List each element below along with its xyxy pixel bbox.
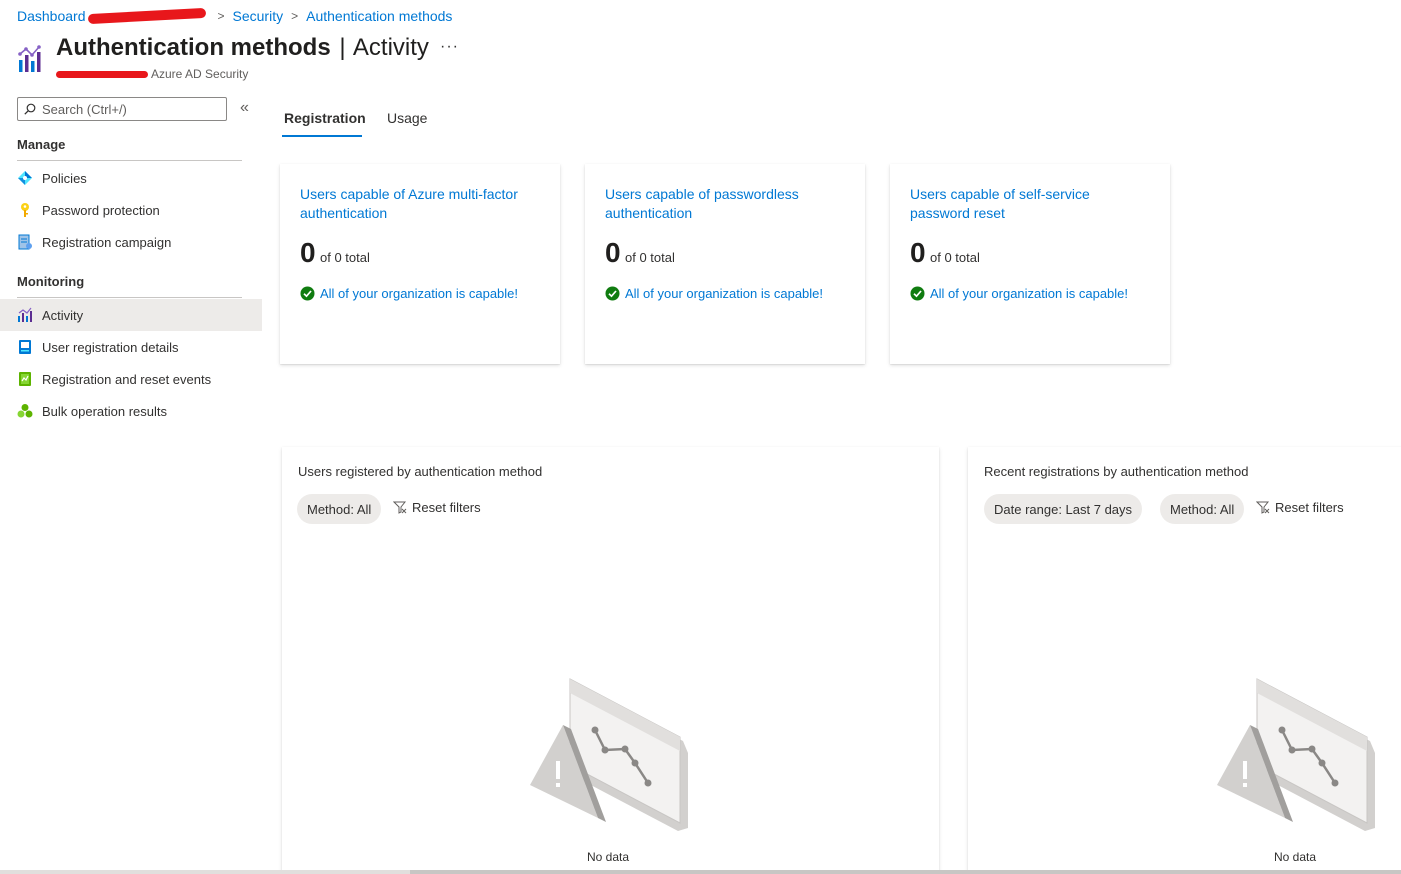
card-status-text: All of your organization is capable! [930, 286, 1129, 301]
card-title[interactable]: Users capable of self-service password r… [910, 185, 1150, 223]
sidebar-item-bulk-operation-results[interactable]: Bulk operation results [0, 395, 262, 427]
method-filter-pill[interactable]: Method: All [1160, 494, 1245, 524]
card-title[interactable]: Users capable of passwordless authentica… [605, 185, 845, 223]
breadcrumb: Dashboard > Security > Authentication me… [17, 7, 452, 25]
events-icon [17, 371, 33, 387]
activity-chart-icon [18, 45, 41, 72]
breadcrumb-separator-icon: > [291, 9, 299, 23]
filter-reset-icon [1256, 501, 1270, 514]
user-details-icon [17, 339, 33, 355]
panel-recent-registrations-by-method: Recent registrations by authentication m… [968, 447, 1401, 874]
sidebar-item-label: User registration details [42, 339, 179, 355]
page-title-main: Authentication methods [56, 34, 331, 61]
search-icon [24, 103, 36, 115]
scrollbar-thumb[interactable] [410, 870, 1401, 874]
no-data-text: No data [1274, 850, 1317, 864]
no-data-illustration-icon [530, 678, 688, 831]
sidebar-item-registration-and-reset-events[interactable]: Registration and reset events [0, 363, 262, 395]
breadcrumb-separator-icon: > [217, 9, 225, 23]
page-title-section: Activity [352, 34, 429, 61]
section-label-monitoring: Monitoring [17, 274, 85, 289]
panel-title: Recent registrations by authentication m… [984, 464, 1249, 479]
tab-registration[interactable]: Registration [284, 110, 366, 126]
reset-filters-button[interactable]: Reset filters [1256, 500, 1344, 515]
sidebar-item-label: Policies [42, 170, 87, 186]
sidebar-item-user-registration-details[interactable]: User registration details [0, 331, 262, 363]
sidebar-item-password-protection[interactable]: Password protection [0, 194, 262, 226]
collapse-sidebar-button[interactable]: « [240, 99, 249, 117]
reset-filters-label: Reset filters [1275, 500, 1344, 515]
activity-chart-icon [17, 307, 33, 323]
redacted-tenant-name [87, 7, 206, 25]
reset-filters-label: Reset filters [412, 500, 481, 515]
sidebar-item-policies[interactable]: Policies [0, 162, 262, 194]
card-count: 0 [300, 237, 316, 268]
breadcrumb-security[interactable]: Security [233, 8, 284, 24]
card-count: 0 [910, 237, 926, 268]
key-icon [17, 202, 33, 218]
sidebar-item-label: Registration and reset events [42, 371, 212, 387]
sidebar-item-label: Registration campaign [42, 234, 172, 250]
card-total: of 0 total [320, 250, 370, 265]
no-data-text: No data [587, 850, 630, 864]
success-check-icon [605, 286, 620, 301]
active-tab-indicator [282, 135, 362, 137]
search-input[interactable]: Search (Ctrl+/) [17, 97, 227, 121]
reset-filters-button[interactable]: Reset filters [393, 500, 481, 515]
breadcrumb-authentication-methods[interactable]: Authentication methods [306, 8, 452, 24]
section-divider [17, 160, 242, 161]
page-subtitle: Azure AD Security [56, 67, 248, 81]
section-divider [17, 297, 242, 298]
method-filter-pill[interactable]: Method: All [297, 494, 382, 524]
card-passwordless-capable: Users capable of passwordless authentica… [585, 164, 865, 364]
sidebar-item-registration-campaign[interactable]: Registration campaign [0, 226, 262, 258]
tab-usage[interactable]: Usage [387, 110, 427, 126]
date-range-filter-pill[interactable]: Date range: Last 7 days [984, 494, 1143, 524]
success-check-icon [300, 286, 315, 301]
redacted-tenant-subtitle [56, 70, 148, 78]
card-total: of 0 total [930, 250, 980, 265]
card-total: of 0 total [625, 250, 675, 265]
card-status-link[interactable]: All of your organization is capable! [910, 286, 1128, 301]
section-label-manage: Manage [17, 137, 66, 152]
page-title-separator: | [339, 34, 346, 61]
card-status-link[interactable]: All of your organization is capable! [605, 286, 823, 301]
sidebar-item-label: Password protection [42, 202, 160, 218]
page-title: Authentication methods | Activity [56, 34, 429, 62]
sidebar-item-label: Bulk operation results [42, 403, 168, 419]
card-sspr-capable: Users capable of self-service password r… [890, 164, 1170, 364]
no-data-illustration-icon [1217, 678, 1375, 831]
campaign-icon [17, 234, 33, 250]
horizontal-scrollbar[interactable] [0, 870, 1401, 874]
panel-users-registered-by-method: Users registered by authentication metho… [282, 447, 939, 874]
filter-reset-icon [393, 501, 407, 514]
card-title[interactable]: Users capable of Azure multi-factor auth… [300, 185, 540, 223]
card-mfa-capable: Users capable of Azure multi-factor auth… [280, 164, 560, 364]
breadcrumb-dashboard[interactable]: Dashboard [17, 8, 86, 24]
card-status-link[interactable]: All of your organization is capable! [300, 286, 518, 301]
sidebar-item-label: Activity [42, 307, 84, 323]
policies-icon [17, 170, 33, 186]
card-count: 0 [605, 237, 621, 268]
card-status-text: All of your organization is capable! [625, 286, 824, 301]
sidebar-item-activity[interactable]: Activity [0, 299, 262, 331]
bulk-results-icon [17, 403, 33, 419]
page-subtitle-text: Azure AD Security [151, 67, 249, 81]
success-check-icon [910, 286, 925, 301]
search-placeholder: Search (Ctrl+/) [42, 101, 127, 117]
panel-title: Users registered by authentication metho… [298, 464, 543, 479]
card-status-text: All of your organization is capable! [320, 286, 519, 301]
more-options-button[interactable]: ··· [440, 38, 459, 56]
